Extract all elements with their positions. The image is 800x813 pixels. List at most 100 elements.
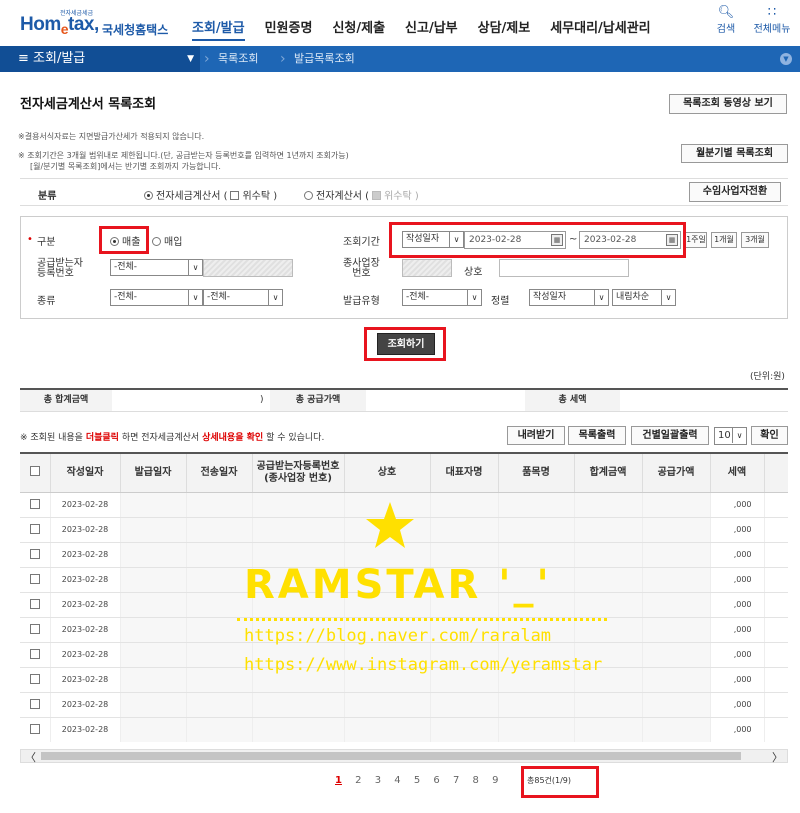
all-menu-button[interactable]: ∷ 전체메뉴 (748, 6, 796, 36)
table-row[interactable]: 2023-02-28 ,000 (20, 717, 788, 742)
page-link[interactable]: 6 (433, 775, 439, 786)
col-header[interactable]: 공급받는자등록번호 (종사업장 번호) (252, 454, 345, 493)
page-link[interactable]: 2 (355, 775, 361, 786)
sort-order-select[interactable]: 내림차순 ∨ (612, 289, 676, 306)
page-link[interactable]: 5 (414, 775, 420, 786)
table-cell (574, 517, 643, 543)
watermark-name: RAMSTAR '_' (244, 562, 552, 608)
menu-report-payment[interactable]: 신고/납부 (405, 17, 458, 41)
cell-write-date: 2023-02-28 (50, 542, 121, 568)
checkbox-icon[interactable] (29, 698, 40, 709)
table-row[interactable]: 2023-02-28 ,000 (20, 692, 788, 718)
table-cell (120, 692, 187, 718)
radio-sales[interactable]: 매출 (110, 233, 140, 248)
period-1month-button[interactable]: 1개월 (711, 232, 737, 248)
checkbox-icon[interactable] (29, 623, 40, 634)
col-header[interactable]: 대표자명 (430, 454, 499, 493)
date-type-select[interactable]: 작성일자 ∨ (402, 231, 464, 248)
hometax-logo[interactable]: 전자세금세금 Hometax, 국세청홈택스 (20, 10, 170, 40)
page-size-select[interactable]: 10 ∨ (714, 427, 747, 445)
switch-agent-button[interactable]: 수임사업자전환 (689, 182, 781, 202)
section-select[interactable]: ≡ 조회/발급 ▼ (0, 46, 200, 72)
checkbox-icon[interactable] (29, 573, 40, 584)
page-link[interactable]: 1 (335, 775, 342, 786)
row-checkbox[interactable] (20, 567, 51, 593)
row-checkbox[interactable] (20, 542, 51, 568)
search-button[interactable]: 🔍︎ 검색 (706, 6, 746, 36)
calendar-icon[interactable]: ▦ (666, 234, 678, 246)
menu-certificate[interactable]: 민원증명 (265, 17, 313, 41)
row-checkbox[interactable] (20, 492, 51, 518)
category-e-invoice[interactable]: 전자계산서 (위수탁 ) (304, 187, 419, 202)
hamburger-icon: ≡ (18, 51, 34, 66)
checkbox-icon[interactable] (29, 498, 40, 509)
table-cell (120, 717, 187, 742)
menu-inquiry-issue[interactable]: 조회/발급 (192, 17, 245, 41)
checkbox-icon[interactable] (29, 523, 40, 534)
checkbox-icon[interactable] (230, 190, 240, 200)
row-checkbox[interactable] (20, 617, 51, 643)
page-link[interactable]: 3 (375, 775, 381, 786)
checkbox-icon[interactable] (29, 648, 40, 659)
date-from-input[interactable]: 2023-02-28 ▦ (464, 231, 566, 249)
period-3month-button[interactable]: 3개월 (741, 232, 769, 248)
video-guide-button[interactable]: 목록조회 동영상 보기 (669, 94, 787, 114)
checkbox-icon[interactable] (29, 465, 40, 476)
scroll-left-icon[interactable]: 〈 (25, 749, 36, 765)
checkbox-icon[interactable] (29, 723, 40, 734)
col-header[interactable]: 상호 (344, 454, 431, 493)
issue-type-select[interactable]: -전체- ∨ (402, 289, 482, 306)
table-cell (574, 692, 643, 718)
period-1week-button[interactable]: 1주일 (685, 232, 707, 248)
radio-purchase[interactable]: 매입 (152, 233, 182, 248)
confirm-button[interactable]: 확인 (751, 426, 788, 445)
col-header[interactable]: 품목명 (498, 454, 575, 493)
total-amount-value: ) (260, 395, 264, 405)
menu-application[interactable]: 신청/제출 (332, 17, 385, 41)
expand-circle-icon[interactable]: ▼ (780, 53, 792, 65)
horizontal-scrollbar[interactable]: 〈 〉 (20, 749, 788, 765)
scroll-right-icon[interactable]: 〉 (772, 749, 783, 765)
buyer-select[interactable]: -전체- ∨ (110, 259, 203, 276)
col-header[interactable]: 합계금액 (574, 454, 643, 493)
table-cell (764, 567, 788, 593)
col-header[interactable]: 전송일자 (186, 454, 253, 493)
col-header[interactable]: 작성일자 (50, 454, 121, 493)
calendar-icon[interactable]: ▦ (551, 234, 563, 246)
monthly-list-button[interactable]: 월분기별 목록조회 (681, 144, 788, 163)
kind-select-1[interactable]: -전체- ∨ (110, 289, 203, 306)
row-checkbox[interactable] (20, 667, 51, 693)
menu-agent[interactable]: 세무대리/납세관리 (550, 17, 650, 41)
page-link[interactable]: 4 (394, 775, 400, 786)
col-header[interactable]: 세액 (710, 454, 765, 493)
table-cell (186, 567, 253, 593)
page-link[interactable]: 9 (492, 775, 498, 786)
select-all-checkbox[interactable] (20, 454, 51, 493)
row-checkbox[interactable] (20, 642, 51, 668)
row-checkbox[interactable] (20, 692, 51, 718)
date-to-input[interactable]: 2023-02-28 ▦ (579, 231, 681, 249)
page-link[interactable]: 7 (453, 775, 459, 786)
checkbox-icon[interactable] (29, 673, 40, 684)
table-cell (186, 717, 253, 742)
print-list-button[interactable]: 목록출력 (568, 426, 626, 445)
scroll-thumb[interactable] (41, 752, 741, 760)
download-button[interactable]: 내려받기 (507, 426, 565, 445)
search-button[interactable]: 조회하기 (377, 333, 435, 355)
sort-field-select[interactable]: 작성일자 ∨ (529, 289, 609, 306)
row-checkbox[interactable] (20, 717, 51, 742)
col-header[interactable]: 발급일자 (120, 454, 187, 493)
category-e-tax-invoice[interactable]: 전자세금계산서 (위수탁 ) (144, 187, 277, 202)
checkbox-icon[interactable] (29, 548, 40, 559)
breadcrumb-item-list[interactable]: 목록조회 (218, 46, 258, 72)
breadcrumb-item-issued-list[interactable]: 발급목록조회 (294, 46, 355, 72)
company-input[interactable] (499, 259, 629, 277)
page-link[interactable]: 8 (473, 775, 479, 786)
checkbox-icon[interactable] (29, 598, 40, 609)
menu-consult[interactable]: 상담/제보 (478, 17, 531, 41)
row-checkbox[interactable] (20, 592, 51, 618)
kind-select-2[interactable]: -전체- ∨ (203, 289, 283, 306)
row-checkbox[interactable] (20, 517, 51, 543)
col-header[interactable]: 공급가액 (642, 454, 711, 493)
print-each-button[interactable]: 건별일괄출력 (631, 426, 709, 445)
